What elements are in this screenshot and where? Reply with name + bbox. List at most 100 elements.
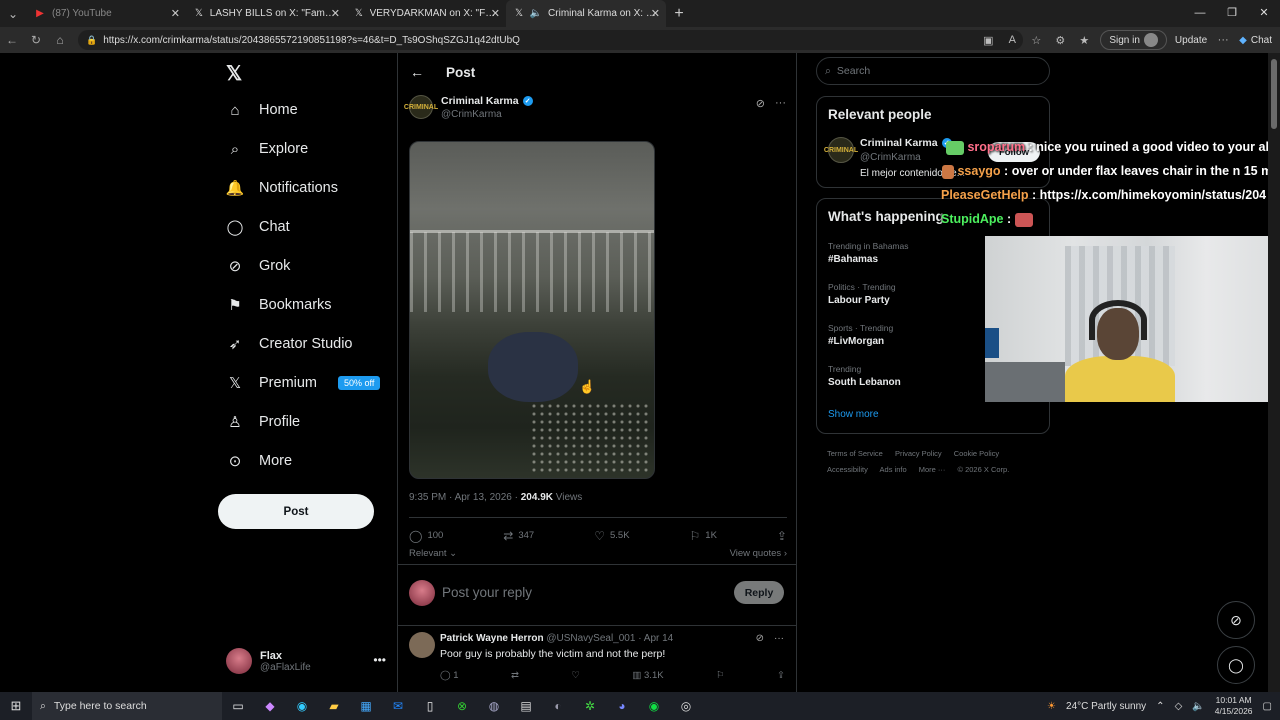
- sort-dropdown[interactable]: Relevant ⌄: [409, 548, 457, 559]
- scrollbar-thumb[interactable]: [1271, 59, 1277, 129]
- volume-icon[interactable]: 🔈: [1192, 701, 1204, 712]
- nav-more[interactable]: ⊙ More: [226, 452, 292, 470]
- close-tab-icon[interactable]: ✕: [651, 7, 660, 20]
- store-icon[interactable]: ▦: [350, 692, 382, 720]
- footer-link[interactable]: Ads info: [880, 465, 907, 474]
- reply-button[interactable]: Reply: [734, 581, 784, 604]
- grok-explain-icon[interactable]: ⊘: [756, 633, 764, 644]
- reply-action[interactable]: ◯ 1: [440, 670, 459, 681]
- footer-link[interactable]: More ···: [919, 465, 946, 474]
- obs-icon[interactable]: ◎: [670, 692, 702, 720]
- trend-item[interactable]: Trending South Lebanon: [828, 364, 901, 388]
- extensions-icon[interactable]: ⚙: [1052, 34, 1068, 47]
- repost-icon[interactable]: ⇄: [511, 670, 519, 681]
- views-action[interactable]: ▥ 3.1K: [632, 670, 663, 681]
- split-screen-icon[interactable]: ▣: [980, 34, 996, 47]
- nav-explore[interactable]: ⌕ Explore: [226, 140, 308, 158]
- network-icon[interactable]: ◇: [1175, 701, 1183, 712]
- browser-tab-verydarkman[interactable]: 𝕏 VERYDARKMAN on X: "Full video o ✕: [346, 0, 506, 27]
- bookmark-icon[interactable]: ⚐: [716, 670, 725, 681]
- new-tab-button[interactable]: +: [666, 5, 692, 23]
- nav-premium[interactable]: 𝕏 Premium 50% off: [226, 374, 381, 392]
- collections-icon[interactable]: ★: [1076, 34, 1092, 47]
- close-window-icon[interactable]: ✕: [1248, 0, 1280, 27]
- footer-link[interactable]: Terms of Service: [827, 449, 883, 458]
- notification-center-icon[interactable]: ▢: [1263, 701, 1272, 712]
- reply-post[interactable]: Patrick Wayne Herron @USNavySeal_001 · A…: [398, 627, 796, 692]
- close-tab-icon[interactable]: ✕: [491, 7, 500, 20]
- chat-floating-button[interactable]: ◯: [1217, 646, 1255, 684]
- like-action[interactable]: ♡ 5.5K: [594, 529, 629, 543]
- more-dots-icon[interactable]: ···: [775, 97, 786, 110]
- copilot-chat-button[interactable]: ◆ Chat: [1239, 35, 1272, 46]
- show-more-link[interactable]: Show more: [828, 409, 879, 420]
- nav-bookmarks[interactable]: ⚑ Bookmarks: [226, 296, 331, 314]
- weather-text[interactable]: 24°C Partly sunny: [1066, 701, 1146, 712]
- epic-games-icon[interactable]: ▤: [510, 692, 542, 720]
- xbox-icon[interactable]: ⊗: [446, 692, 478, 720]
- edge-browser-icon[interactable]: ◉: [286, 692, 318, 720]
- grok-explain-icon[interactable]: ⊘: [756, 97, 765, 110]
- copilot-icon[interactable]: ◆: [254, 692, 286, 720]
- nav-creator-studio[interactable]: ➶ Creator Studio: [226, 335, 353, 353]
- sign-in-button[interactable]: Sign in: [1100, 30, 1167, 50]
- back-arrow-icon[interactable]: ←: [410, 64, 424, 80]
- chevron-up-icon[interactable]: ⌃: [1156, 701, 1164, 712]
- nav-home[interactable]: ⌂ Home: [226, 101, 297, 119]
- trend-item[interactable]: Trending in Bahamas #Bahamas: [828, 241, 908, 265]
- more-dots-icon[interactable]: ···: [1215, 34, 1231, 46]
- minimize-icon[interactable]: —: [1184, 0, 1216, 27]
- spotify-icon[interactable]: ◉: [638, 692, 670, 720]
- razer-icon[interactable]: ✲: [574, 692, 606, 720]
- close-tab-icon[interactable]: ✕: [171, 7, 180, 20]
- footer-link[interactable]: Cookie Policy: [954, 449, 999, 458]
- nav-notifications[interactable]: 🔔 Notifications: [226, 179, 338, 197]
- heart-icon[interactable]: ♡: [571, 670, 580, 681]
- back-arrow-icon[interactable]: ←: [0, 33, 24, 47]
- post-author[interactable]: CRIMINAL Criminal Karma ✓ @CrimKarma: [404, 95, 533, 120]
- trend-item[interactable]: Sports · Trending #LivMorgan: [828, 323, 893, 347]
- share-action[interactable]: ⇪: [777, 529, 787, 543]
- repost-action[interactable]: ⇄ 347: [503, 529, 534, 543]
- view-quotes-link[interactable]: View quotes ›: [730, 548, 787, 559]
- reply-input[interactable]: Post your reply: [442, 585, 532, 600]
- discord-icon[interactable]: ◕: [606, 692, 638, 720]
- tab-actions-menu-icon[interactable]: ⌄: [0, 0, 26, 27]
- more-dots-icon[interactable]: ···: [774, 633, 784, 644]
- footer-link[interactable]: Accessibility: [827, 465, 868, 474]
- x-logo-icon[interactable]: 𝕏: [226, 61, 246, 85]
- browser-tab-youtube[interactable]: ▶ (87) YouTube ✕: [26, 0, 186, 27]
- home-icon[interactable]: ⌂: [48, 33, 72, 47]
- windows-start-icon[interactable]: ⊞: [0, 692, 32, 720]
- close-tab-icon[interactable]: ✕: [331, 7, 340, 20]
- trend-item[interactable]: Politics · Trending Labour Party: [828, 282, 896, 306]
- search-input[interactable]: ⌕ Search: [816, 57, 1050, 85]
- account-switcher[interactable]: Flax @aFlaxLife •••: [226, 645, 386, 677]
- refresh-icon[interactable]: ↻: [24, 33, 48, 47]
- post-button[interactable]: Post: [218, 494, 374, 529]
- read-aloud-icon[interactable]: A: [1004, 34, 1020, 46]
- file-explorer-icon[interactable]: ▰: [318, 692, 350, 720]
- app-icon[interactable]: ◐: [542, 692, 574, 720]
- url-field[interactable]: 🔒 https://x.com/crimkarma/status/2043865…: [78, 30, 1023, 50]
- nav-chat[interactable]: ◯ Chat: [226, 218, 290, 236]
- nav-grok[interactable]: ⊘ Grok: [226, 257, 291, 275]
- share-icon[interactable]: ⇪: [777, 670, 785, 681]
- browser-tab-criminal-karma[interactable]: 𝕏 🔈 Criminal Karma on X: "https:// ✕: [506, 0, 666, 27]
- grok-floating-button[interactable]: ⊘: [1217, 601, 1255, 639]
- post-video[interactable]: [409, 141, 655, 479]
- favorite-star-icon[interactable]: ☆: [1028, 34, 1044, 47]
- outlook-icon[interactable]: ✉: [382, 692, 414, 720]
- taskbar-search[interactable]: ⌕ Type here to search: [32, 692, 222, 720]
- page-scrollbar[interactable]: [1268, 53, 1280, 692]
- bookmark-action[interactable]: ⚐ 1K: [690, 529, 717, 543]
- update-button[interactable]: Update: [1175, 35, 1207, 46]
- steam-icon[interactable]: ◍: [478, 692, 510, 720]
- task-view-icon[interactable]: ▭: [222, 692, 254, 720]
- nav-profile[interactable]: ♙ Profile: [226, 413, 300, 431]
- footer-link[interactable]: Privacy Policy: [895, 449, 942, 458]
- avatar[interactable]: CRIMINAL: [824, 137, 858, 163]
- reply-action[interactable]: ◯ 100: [409, 529, 443, 543]
- clock[interactable]: 10:01 AM 4/15/2026: [1215, 695, 1253, 717]
- browser-tab-lashy[interactable]: 𝕏 LASHY BILLS on X: "Famous tiktok ✕: [186, 0, 346, 27]
